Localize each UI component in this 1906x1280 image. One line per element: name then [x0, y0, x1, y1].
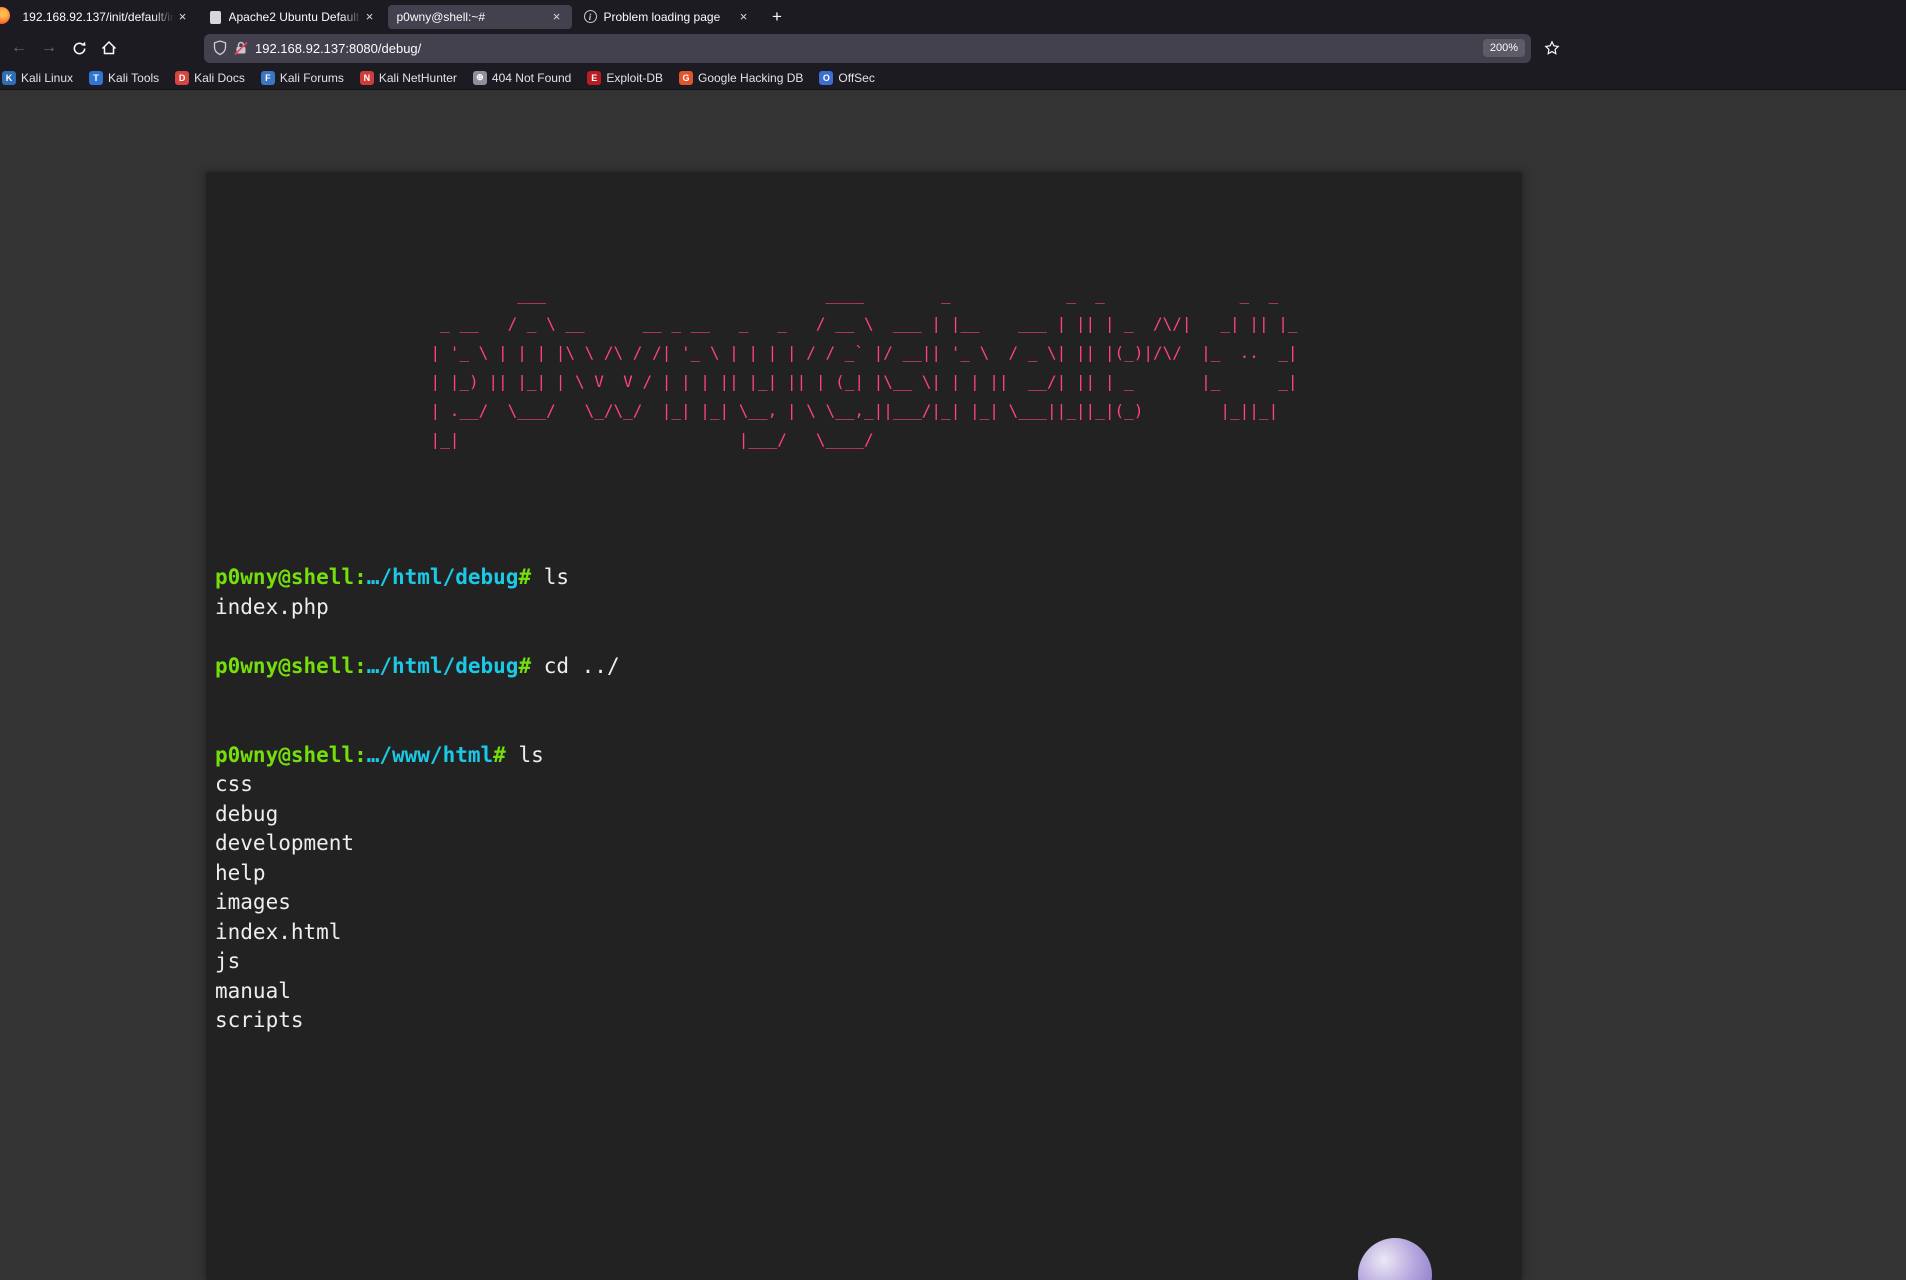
bookmark-label: Kali Linux — [21, 70, 74, 85]
prompt-line: p0wny@shell:…/www/html# ls — [215, 741, 1522, 771]
prompt-user: p0wny@shell: — [215, 565, 367, 589]
forward-button[interactable]: → — [34, 34, 64, 62]
tab-p0wny-shell[interactable]: p0wny@shell:~# × — [387, 4, 572, 29]
tab-problem-loading[interactable]: i Problem loading page × — [575, 5, 759, 29]
close-icon[interactable]: × — [174, 8, 192, 26]
bookmark-kali-docs[interactable]: D Kali Docs — [169, 69, 251, 87]
shell-logo-ascii: ___ ____ _ _ _ _ _ _ __ / _ \ __ __ _ __… — [430, 285, 1298, 449]
command-text: cd ../ — [543, 654, 620, 678]
tab-apache-default[interactable]: Apache2 Ubuntu Default Pag × — [201, 5, 385, 29]
shell-output-area: p0wny@shell:…/html/debug# ls index.php p… — [206, 563, 1522, 1036]
ghdb-favicon: G — [679, 70, 693, 85]
kali-linux-favicon: K — [2, 70, 16, 85]
close-icon[interactable]: × — [548, 8, 566, 26]
bookmark-label: Exploit-DB — [606, 70, 663, 85]
prompt-path: …/html/debug — [366, 565, 519, 589]
prompt-hash: # — [493, 742, 519, 767]
shell-entry: p0wny@shell:…/html/debug# ls index.php — [215, 563, 1522, 622]
bookmark-label: Google Hacking DB — [698, 70, 804, 85]
bookmark-label: Kali NetHunter — [378, 70, 457, 85]
firefox-logo — [0, 7, 10, 24]
bookmark-google-hacking-db[interactable]: G Google Hacking DB — [673, 69, 809, 87]
close-icon[interactable]: × — [361, 8, 379, 26]
kali-forums-favicon: F — [260, 70, 275, 85]
tab-title: 192.168.92.137/init/default/in — [22, 9, 174, 24]
prompt-user: p0wny@shell: — [215, 742, 367, 767]
tab-init-default[interactable]: 192.168.92.137/init/default/in × — [14, 5, 198, 29]
new-tab-button[interactable]: + — [764, 5, 790, 29]
prompt-hash: # — [518, 654, 544, 678]
kali-nethunter-favicon: N — [359, 70, 374, 85]
page-favicon — [209, 10, 221, 24]
info-icon: i — [583, 10, 597, 23]
prompt-line: p0wny@shell:…/html/debug# cd ../ — [215, 652, 1522, 682]
prompt-line: p0wny@shell:…/html/debug# ls — [215, 563, 1522, 593]
offsec-favicon: O — [819, 70, 834, 85]
url-bar[interactable]: 192.168.92.137:8080/debug/ 200% — [204, 33, 1531, 63]
home-icon — [101, 40, 117, 55]
reload-button[interactable] — [64, 34, 94, 62]
prompt-user: p0wny@shell: — [215, 654, 367, 678]
command-output: index.php — [215, 594, 329, 619]
zoom-indicator[interactable]: 200% — [1482, 39, 1525, 57]
command-text: ls — [543, 565, 570, 589]
command-output: css debug development help images index.… — [215, 772, 355, 1032]
back-button[interactable]: ← — [4, 34, 34, 62]
prompt-hash: # — [518, 565, 544, 589]
kali-tools-favicon: T — [89, 70, 104, 85]
tab-bar: 192.168.92.137/init/default/in × Apache2… — [0, 0, 1906, 30]
bookmark-star-button[interactable] — [1537, 34, 1567, 62]
tab-title: Problem loading page — [603, 9, 721, 24]
exploit-db-favicon: E — [587, 70, 602, 85]
star-icon — [1544, 40, 1560, 55]
bookmark-kali-tools[interactable]: T Kali Tools — [83, 69, 165, 87]
bookmarks-toolbar: K Kali Linux T Kali Tools D Kali Docs F … — [0, 66, 1906, 90]
bookmark-label: Kali Docs — [194, 70, 245, 85]
url-text[interactable]: 192.168.92.137:8080/debug/ — [255, 41, 1476, 56]
home-button[interactable] — [94, 34, 124, 62]
tab-title: Apache2 Ubuntu Default Pag — [228, 9, 361, 24]
bookmark-kali-linux[interactable]: K Kali Linux — [0, 69, 79, 87]
kali-docs-favicon: D — [175, 70, 190, 85]
bookmark-exploit-db[interactable]: E Exploit-DB — [581, 69, 669, 87]
bookmark-label: Kali Tools — [108, 70, 160, 85]
reload-icon — [73, 41, 85, 54]
bookmark-label: 404 Not Found — [491, 70, 572, 85]
shield-icon[interactable] — [213, 40, 227, 56]
bookmark-kali-nethunter[interactable]: N Kali NetHunter — [354, 69, 463, 87]
bookmark-404-not-found[interactable]: ⊕ 404 Not Found — [467, 69, 577, 87]
page-content: ___ ____ _ _ _ _ _ _ __ / _ \ __ __ _ __… — [0, 90, 1906, 1280]
bookmark-offsec[interactable]: O OffSec — [813, 69, 880, 87]
tab-title: p0wny@shell:~# — [396, 9, 486, 24]
lock-insecure-icon[interactable] — [234, 40, 248, 56]
prompt-path: …/html/debug — [366, 654, 519, 678]
bookmark-label: Kali Forums — [279, 70, 344, 85]
p0wny-shell-terminal[interactable]: ___ ____ _ _ _ _ _ _ __ / _ \ __ __ _ __… — [206, 172, 1522, 1280]
shell-entry: p0wny@shell:…/html/debug# cd ../ — [215, 652, 1522, 682]
bookmark-label: OffSec — [838, 70, 875, 85]
navigation-toolbar: ← → 192.168.92.137:8080/debug/ 200% — [0, 30, 1906, 66]
globe-favicon: ⊕ — [472, 70, 487, 85]
close-icon[interactable]: × — [735, 8, 753, 26]
shell-entry: p0wny@shell:…/www/html# ls css debug dev… — [215, 741, 1522, 1036]
bookmark-kali-forums[interactable]: F Kali Forums — [255, 69, 350, 87]
prompt-path: …/www/html — [366, 742, 494, 767]
command-text: ls — [518, 742, 544, 767]
